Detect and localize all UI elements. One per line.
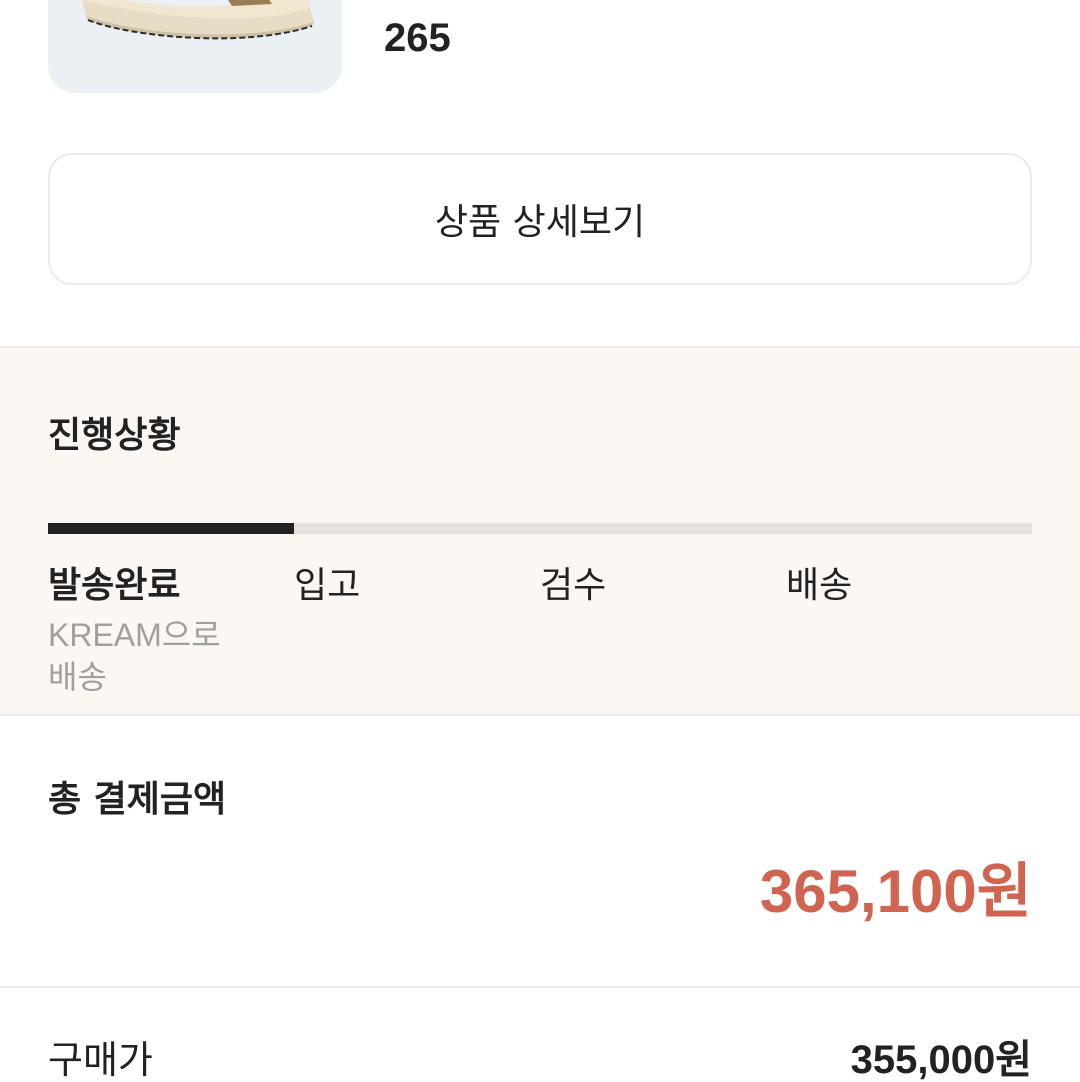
- product-summary: 265 상품 상세보기: [0, 0, 1080, 346]
- step-label: 검수: [540, 565, 607, 606]
- step-label: 발송완료: [48, 565, 181, 606]
- progress-bar: [48, 523, 1032, 534]
- total-payment-title: 총 결제금액: [48, 779, 227, 820]
- step-label: 입고: [294, 565, 361, 606]
- product-size: 265: [384, 16, 451, 60]
- purchase-price-row: 구매가 355,000원: [0, 988, 1080, 1082]
- purchase-price-label: 구매가: [48, 1038, 153, 1082]
- progress-title: 진행상황: [48, 415, 181, 456]
- progress-step-delivery: 배송: [786, 564, 1026, 608]
- progress-status-section: 진행상황 발송완료 KREAM으로 배송 입고 검수 배송: [0, 346, 1080, 716]
- progress-step-received: 입고: [294, 564, 534, 608]
- step-label: 배송: [786, 565, 853, 606]
- total-payment-amount: 365,100원: [759, 858, 1032, 925]
- purchase-price-value: 355,000원: [850, 1038, 1032, 1082]
- sneaker-image: [82, 0, 314, 40]
- product-thumbnail[interactable]: [48, 0, 342, 93]
- total-payment-section: 총 결제금액 365,100원: [0, 716, 1080, 988]
- progress-step-inspection: 검수: [540, 564, 780, 608]
- step-description: KREAM으로 배송: [48, 617, 221, 695]
- product-detail-button[interactable]: 상품 상세보기: [48, 153, 1032, 285]
- progress-step-shipped: 발송완료 KREAM으로 배송: [48, 564, 288, 698]
- progress-bar-fill: [48, 523, 294, 534]
